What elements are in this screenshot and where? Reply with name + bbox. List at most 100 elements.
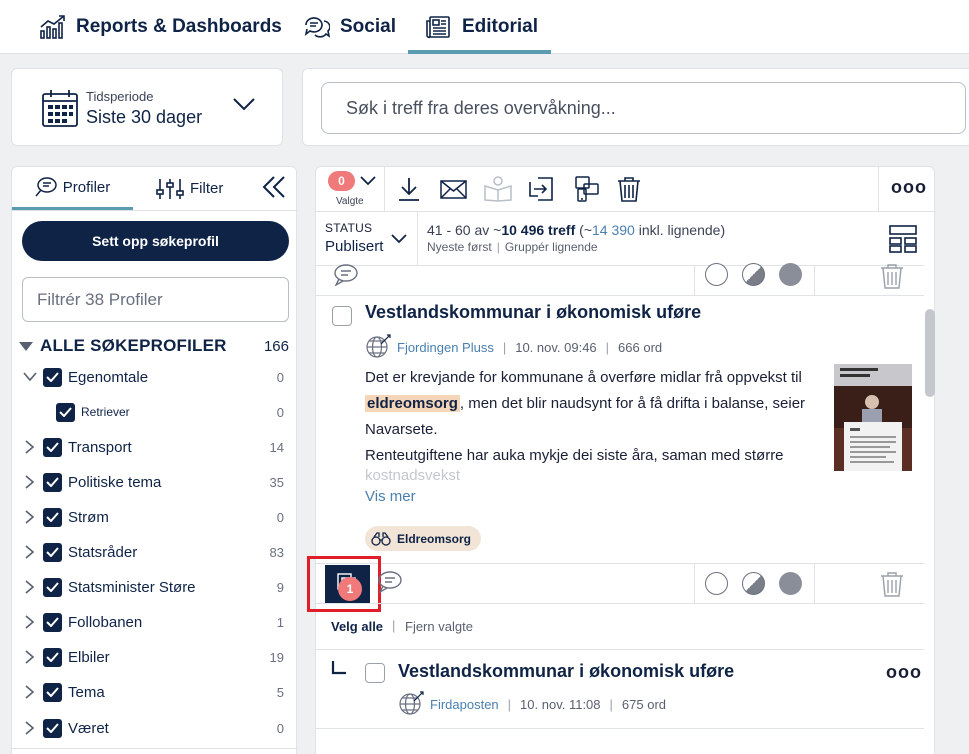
tab-filter[interactable]: Filter (156, 167, 223, 210)
tab-profiler[interactable]: Profiler (12, 167, 133, 210)
divider (316, 265, 924, 266)
trash-icon[interactable] (880, 263, 904, 289)
sort-options: Nyeste først | Gruppér lignende (427, 240, 598, 254)
setup-profile-button[interactable]: Sett opp søkeprofil (22, 221, 289, 261)
selected-label: Valgte (336, 196, 364, 207)
profile-filter-input[interactable] (22, 277, 289, 322)
checkbox-checked[interactable] (43, 507, 62, 527)
tab-reports-dashboards[interactable]: Reports & Dashboards (40, 0, 282, 54)
chevron-down-icon[interactable] (391, 231, 407, 249)
checkbox-checked[interactable] (43, 542, 62, 562)
checkbox-checked[interactable] (43, 647, 62, 667)
sentiment-neutral-button[interactable] (705, 572, 728, 595)
profile-label: Tema (68, 683, 105, 701)
profile-count: 1 (276, 614, 284, 630)
similar-count-link[interactable]: 14 390 (592, 222, 635, 238)
profile-item-statsrader[interactable]: Statsråder 83 (22, 540, 284, 564)
checkbox-checked[interactable] (43, 612, 62, 632)
show-more-link[interactable]: Vis mer (365, 488, 416, 505)
article-title[interactable]: Vestlandskommunar i økonomisk uføre (398, 661, 734, 682)
checkbox-checked[interactable] (43, 437, 62, 457)
scrollbar-thumb[interactable] (925, 309, 935, 397)
sentiment-negative-button[interactable] (779, 263, 802, 286)
profile-count: 0 (276, 404, 284, 420)
checkbox-checked[interactable] (43, 718, 62, 738)
article-title[interactable]: Vestlandskommunar i økonomisk uføre (365, 302, 701, 323)
article-thumbnail[interactable] (834, 364, 912, 471)
more-options-icon[interactable]: ooo (886, 662, 922, 683)
all-profiles-label: ALLE SØKEPROFILER (40, 336, 227, 355)
trash-icon[interactable] (880, 571, 904, 597)
checkbox-checked[interactable] (43, 472, 62, 492)
devices-icon[interactable] (574, 176, 600, 202)
checkbox-checked[interactable] (43, 682, 62, 702)
tab-editorial[interactable]: Editorial (408, 0, 551, 54)
sentiment-mixed-button[interactable] (742, 572, 765, 595)
status-label: STATUS (325, 221, 373, 235)
period-selector[interactable]: Tidsperiode Siste 30 dager (11, 68, 283, 146)
chevron-down-icon[interactable] (360, 173, 376, 191)
globe-web-icon (365, 334, 391, 360)
divider (316, 563, 924, 564)
profile-count: 0 (276, 720, 284, 736)
excerpt-text: Det er krevjande for kommunane å overfør… (365, 369, 802, 386)
clear-selection-link[interactable]: Fjern valgte (405, 619, 473, 634)
chevron-right-icon[interactable] (22, 615, 38, 629)
search-input[interactable] (321, 82, 966, 134)
comment-icon[interactable] (333, 264, 359, 286)
article-source[interactable]: Firdaposten (430, 697, 499, 712)
layout-icon[interactable] (889, 225, 917, 258)
sentiment-negative-button[interactable] (779, 572, 802, 595)
export-icon[interactable] (529, 177, 553, 201)
article-source[interactable]: Fjordingen Pluss (397, 340, 494, 355)
article-checkbox[interactable] (365, 663, 385, 683)
chevron-right-icon[interactable] (22, 685, 38, 699)
more-options-icon[interactable]: ooo (891, 177, 927, 198)
bar-chart-icon (40, 15, 66, 39)
profile-label: Transport (68, 438, 132, 456)
all-profiles-header[interactable]: ALLE SØKEPROFILER 166 (19, 335, 289, 357)
tab-label: Filter (190, 180, 224, 197)
comment-icon[interactable] (377, 571, 403, 593)
sort-newest[interactable]: Nyeste først (427, 240, 492, 254)
profile-item-tema[interactable]: Tema 5 (22, 680, 284, 704)
chevron-right-icon[interactable] (22, 545, 38, 559)
sentiment-neutral-button[interactable] (705, 263, 728, 286)
profile-count: 9 (276, 579, 284, 595)
profile-item-follobanen[interactable]: Follobanen 1 (22, 610, 284, 634)
profile-item-egenomtale[interactable]: Egenomtale 0 (22, 365, 284, 389)
article-checkbox[interactable] (332, 306, 352, 326)
profile-item-elbiler[interactable]: Elbiler 19 (22, 645, 284, 669)
profile-item-politiske-tema[interactable]: Politiske tema 35 (22, 470, 284, 494)
mail-icon[interactable] (440, 180, 467, 199)
tab-social[interactable]: Social (304, 0, 396, 54)
article-meta: Fjordingen Pluss | 10. nov. 09:46 | 666 … (365, 334, 662, 360)
chevron-down-icon[interactable] (232, 97, 256, 116)
chevron-right-icon[interactable] (22, 510, 38, 524)
checkbox-checked[interactable] (56, 402, 75, 422)
chat-bubbles-icon (304, 15, 330, 39)
profile-item-strom[interactable]: Strøm 0 (22, 505, 284, 529)
chevron-right-icon[interactable] (22, 721, 38, 735)
chevron-right-icon[interactable] (22, 650, 38, 664)
profile-item-transport[interactable]: Transport 14 (22, 435, 284, 459)
chevron-right-icon[interactable] (22, 475, 38, 489)
topic-tag[interactable]: Eldreomsorg (365, 526, 482, 551)
select-all-link[interactable]: Velg alle (331, 619, 383, 634)
sentiment-mixed-button[interactable] (742, 263, 765, 286)
chevron-right-icon[interactable] (22, 440, 38, 454)
profile-label: Statsminister Støre (68, 578, 196, 596)
book-reader-icon[interactable] (484, 176, 512, 202)
collapse-sidebar-button[interactable] (262, 167, 286, 210)
profile-item-retriever[interactable]: Retriever 0 (56, 400, 284, 424)
sliders-icon (156, 178, 184, 200)
profile-item-statsminister-store[interactable]: Statsminister Støre 9 (22, 575, 284, 599)
checkbox-checked[interactable] (43, 577, 62, 597)
chevron-right-icon[interactable] (22, 580, 38, 594)
download-icon[interactable] (398, 177, 420, 201)
trash-icon[interactable] (617, 176, 641, 202)
group-similar[interactable]: Gruppér lignende (505, 240, 598, 254)
checkbox-checked[interactable] (43, 367, 62, 387)
chevron-down-icon[interactable] (22, 372, 38, 382)
profile-item-vaeret[interactable]: Været 0 (22, 716, 284, 740)
